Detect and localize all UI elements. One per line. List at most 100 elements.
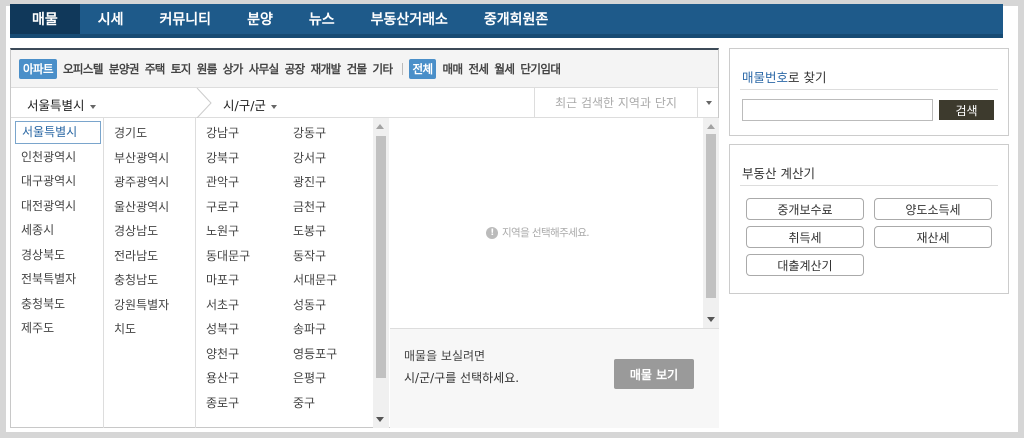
gu-column-1: 강남구 강북구 관악구 구로구 노원구 동대문구 마포구 서초구 성북구 양천구… [196,118,283,428]
sido-item[interactable]: 세종시 [11,218,103,243]
gu-item[interactable]: 용산구 [196,366,283,391]
capital-gains-tax-button[interactable]: 양도소득세 [874,198,992,220]
sido-dropdown[interactable]: 서울특별시 [27,95,96,114]
gu-item[interactable]: 광진구 [283,170,373,195]
recent-search-box[interactable]: 최근 검색한 지역과 단지 [534,88,697,117]
type-building[interactable]: 건물 [344,59,370,79]
scroll-up-icon[interactable] [707,124,715,129]
sido-item[interactable]: 치도 [104,317,195,342]
listing-search-panel: 아파트 오피스텔 분양권 주택 토지 원룸 상가 사무실 공장 재개발 건물 기… [10,48,719,428]
acquisition-tax-button[interactable]: 취득세 [746,226,864,248]
type-house[interactable]: 주택 [142,59,168,79]
sido-item[interactable]: 강원특별자 [104,293,195,318]
nav-tab-news[interactable]: 뉴스 [291,4,353,34]
gu-item[interactable]: 성북구 [196,317,283,342]
deal-monthly[interactable]: 월세 [491,59,517,79]
sido-item[interactable]: 대구광역시 [11,169,103,194]
scroll-down-icon[interactable] [707,317,715,322]
type-etc[interactable]: 기타 [370,59,396,79]
type-office[interactable]: 사무실 [246,59,282,79]
gu-item[interactable]: 강남구 [196,121,283,146]
filter-divider [401,62,403,75]
dong-notice: ! 지역을 선택해주세요. [486,225,590,240]
sido-item[interactable]: 충청북도 [11,292,103,317]
gu-item[interactable]: 마포구 [196,268,283,293]
sido-item[interactable]: 경상남도 [104,219,195,244]
sido-item[interactable]: 충청남도 [104,268,195,293]
gu-item[interactable]: 금천구 [283,195,373,220]
sido-item[interactable]: 경상북도 [11,243,103,268]
listing-number-input[interactable] [742,99,933,121]
deal-sale[interactable]: 매매 [439,59,465,79]
gu-item[interactable]: 강서구 [283,146,373,171]
sido-item[interactable]: 전북특별자 [11,267,103,292]
scroll-thumb[interactable] [376,136,386,378]
type-officetel[interactable]: 오피스텔 [60,59,106,79]
calculator-title: 부동산 계산기 [742,166,815,181]
sigungu-label: 시/구/군 [223,98,266,113]
gu-item[interactable]: 종로구 [196,391,283,416]
location-bar: 서울특별시 시/구/군 최근 검색한 지역과 단지 [11,88,718,118]
property-tax-button[interactable]: 재산세 [874,226,992,248]
gu-item[interactable]: 은평구 [283,366,373,391]
loan-calculator-button[interactable]: 대출계산기 [746,254,864,276]
deal-short-term[interactable]: 단기임대 [517,59,563,79]
chevron-down-icon [89,104,96,109]
gu-item[interactable]: 송파구 [283,317,373,342]
type-redevelopment[interactable]: 재개발 [308,59,344,79]
search-button[interactable]: 검색 [939,100,994,120]
brokerage-fee-button[interactable]: 중개보수료 [746,198,864,220]
gu-item[interactable]: 중구 [283,391,373,416]
type-presale-right[interactable]: 분양권 [106,59,142,79]
sido-item[interactable]: 경기도 [104,121,195,146]
chevron-down-icon [705,100,712,105]
sido-item[interactable]: 제주도 [11,316,103,341]
sido-item[interactable]: 대전광역시 [11,194,103,219]
nav-tab-exchange[interactable]: 부동산거래소 [353,4,466,34]
gu-item[interactable]: 노원구 [196,219,283,244]
gu-item[interactable]: 양천구 [196,342,283,367]
gu-item[interactable]: 구로구 [196,195,283,220]
nav-tab-listings[interactable]: 매물 [10,4,80,34]
gu-item[interactable]: 도봉구 [283,219,373,244]
type-factory[interactable]: 공장 [282,59,308,79]
divider [740,89,998,90]
scroll-thumb[interactable] [706,134,716,298]
gu-item[interactable]: 동대문구 [196,244,283,269]
scroll-up-icon[interactable] [376,124,384,129]
deal-all[interactable]: 전체 [408,58,437,79]
gu-item[interactable]: 강북구 [196,146,283,171]
recent-search-dropdown[interactable] [697,88,719,117]
sido-item[interactable]: 광주광역시 [104,170,195,195]
sigungu-dropdown[interactable]: 시/구/군 [223,95,277,114]
view-hint-line2: 시/군/구를 선택하세요. [404,371,520,385]
gu-item[interactable]: 성동구 [283,293,373,318]
gu-item[interactable]: 강동구 [283,121,373,146]
sido-item[interactable]: 전라남도 [104,244,195,269]
sido-item[interactable]: 인천광역시 [11,145,103,170]
type-oneroom[interactable]: 원룸 [194,59,220,79]
type-apartment[interactable]: 아파트 [19,58,57,79]
sido-item[interactable]: 부산광역시 [104,146,195,171]
listing-number-search-title: 매물번호로 찾기 [742,67,827,86]
type-store[interactable]: 상가 [220,59,246,79]
nav-tab-agent-zone[interactable]: 중개회원존 [466,4,566,34]
dong-list-scrollbar[interactable] [703,118,719,328]
gu-item[interactable]: 서초구 [196,293,283,318]
deal-jeonse[interactable]: 전세 [465,59,491,79]
nav-tab-presale[interactable]: 분양 [229,4,291,34]
nav-tab-community[interactable]: 커뮤니티 [142,4,230,34]
view-listings-area: 매물을 보실려면 시/군/구를 선택하세요. 매물 보기 [390,328,719,428]
gu-item[interactable]: 영등포구 [283,342,373,367]
scroll-down-icon[interactable] [376,417,384,422]
sido-item[interactable]: 서울특별시 [15,121,101,144]
type-land[interactable]: 토지 [168,59,194,79]
gu-item[interactable]: 동작구 [283,244,373,269]
gu-item[interactable]: 서대문구 [283,268,373,293]
nav-tab-price[interactable]: 시세 [80,4,142,34]
view-listings-button[interactable]: 매물 보기 [614,359,694,389]
chevron-down-icon [270,104,277,109]
gu-list-scrollbar[interactable] [373,118,389,428]
sido-item[interactable]: 울산광역시 [104,195,195,220]
gu-item[interactable]: 관악구 [196,170,283,195]
